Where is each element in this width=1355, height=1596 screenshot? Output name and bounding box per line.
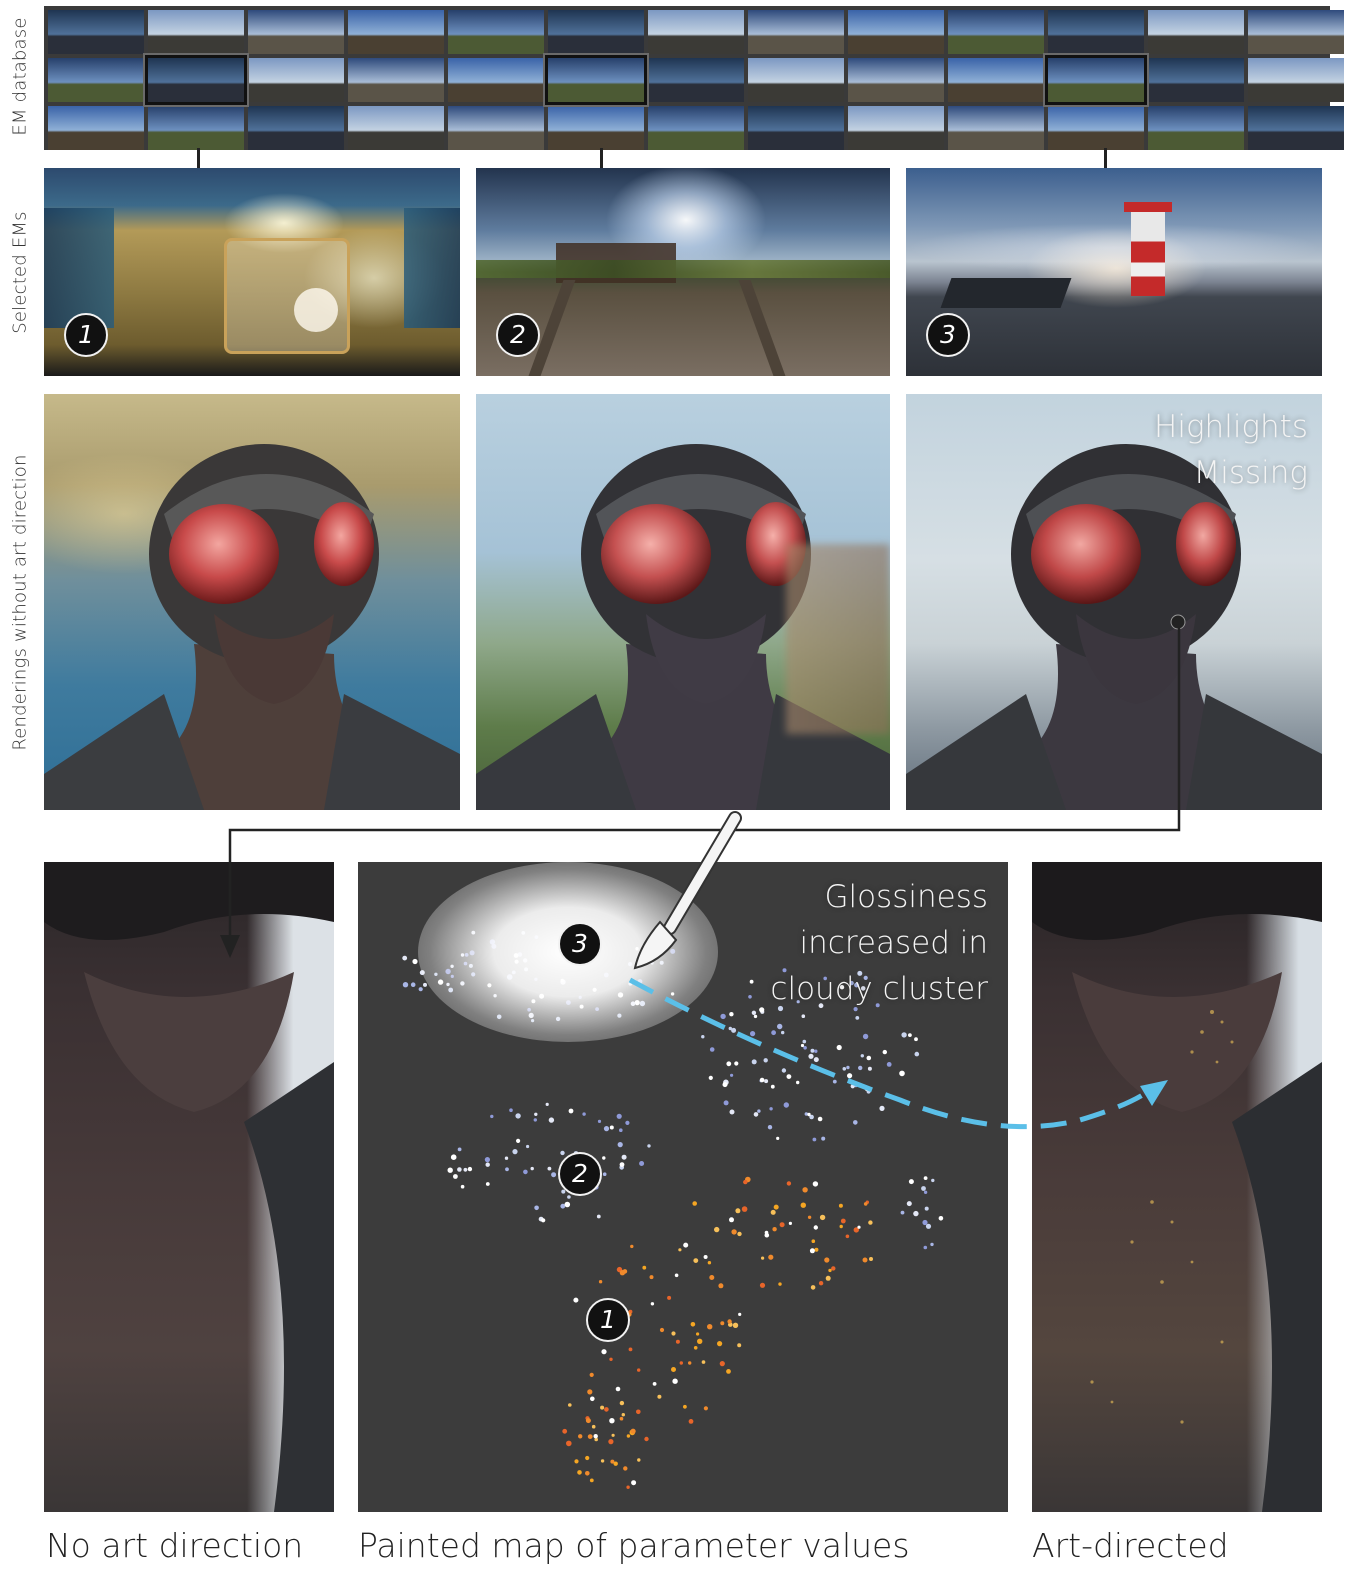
em-thumbnail[interactable] xyxy=(545,55,647,105)
caption-painted-map: Painted map of parameter values xyxy=(358,1526,910,1565)
caption-art-directed: Art-directed xyxy=(1032,1526,1229,1565)
paintbrush-icon xyxy=(633,811,742,970)
caption-no-art-direction: No art direction xyxy=(46,1526,304,1565)
em-thumbnail[interactable] xyxy=(145,55,247,105)
arrows-overlay xyxy=(220,628,1181,1130)
em-thumbnail[interactable] xyxy=(1045,55,1147,105)
dashed-arrow-icon xyxy=(628,977,1168,1130)
arrow-down-icon xyxy=(220,628,1181,958)
